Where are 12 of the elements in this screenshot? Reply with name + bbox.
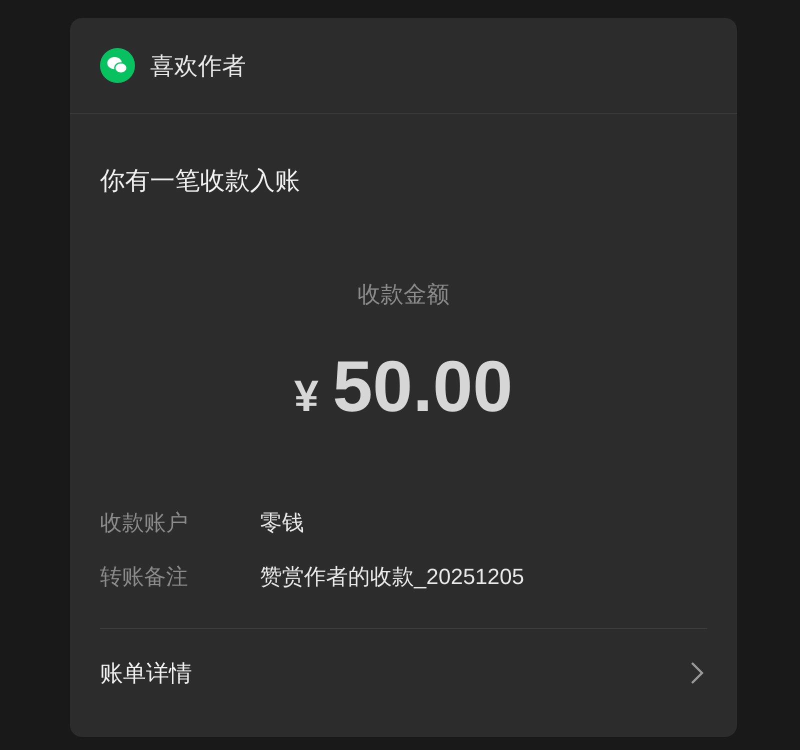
- bill-details-link[interactable]: 账单详情: [100, 658, 192, 688]
- chat-bubbles-icon: [100, 48, 135, 83]
- amount-label: 收款金额: [356, 280, 450, 309]
- amount-value: 50.00: [332, 346, 513, 428]
- sender-name: 喜欢作者: [150, 52, 246, 82]
- detail-label: 收款账户: [100, 509, 189, 537]
- chevron-right-icon[interactable]: [689, 660, 705, 686]
- detail-label: 转账备注: [100, 563, 189, 591]
- message-title: 你有一笔收款入账: [100, 166, 301, 197]
- detail-value: 赞赏作者的收款_20251205: [260, 563, 524, 591]
- detail-value: 零钱: [260, 509, 304, 537]
- currency-symbol: ¥: [294, 372, 319, 422]
